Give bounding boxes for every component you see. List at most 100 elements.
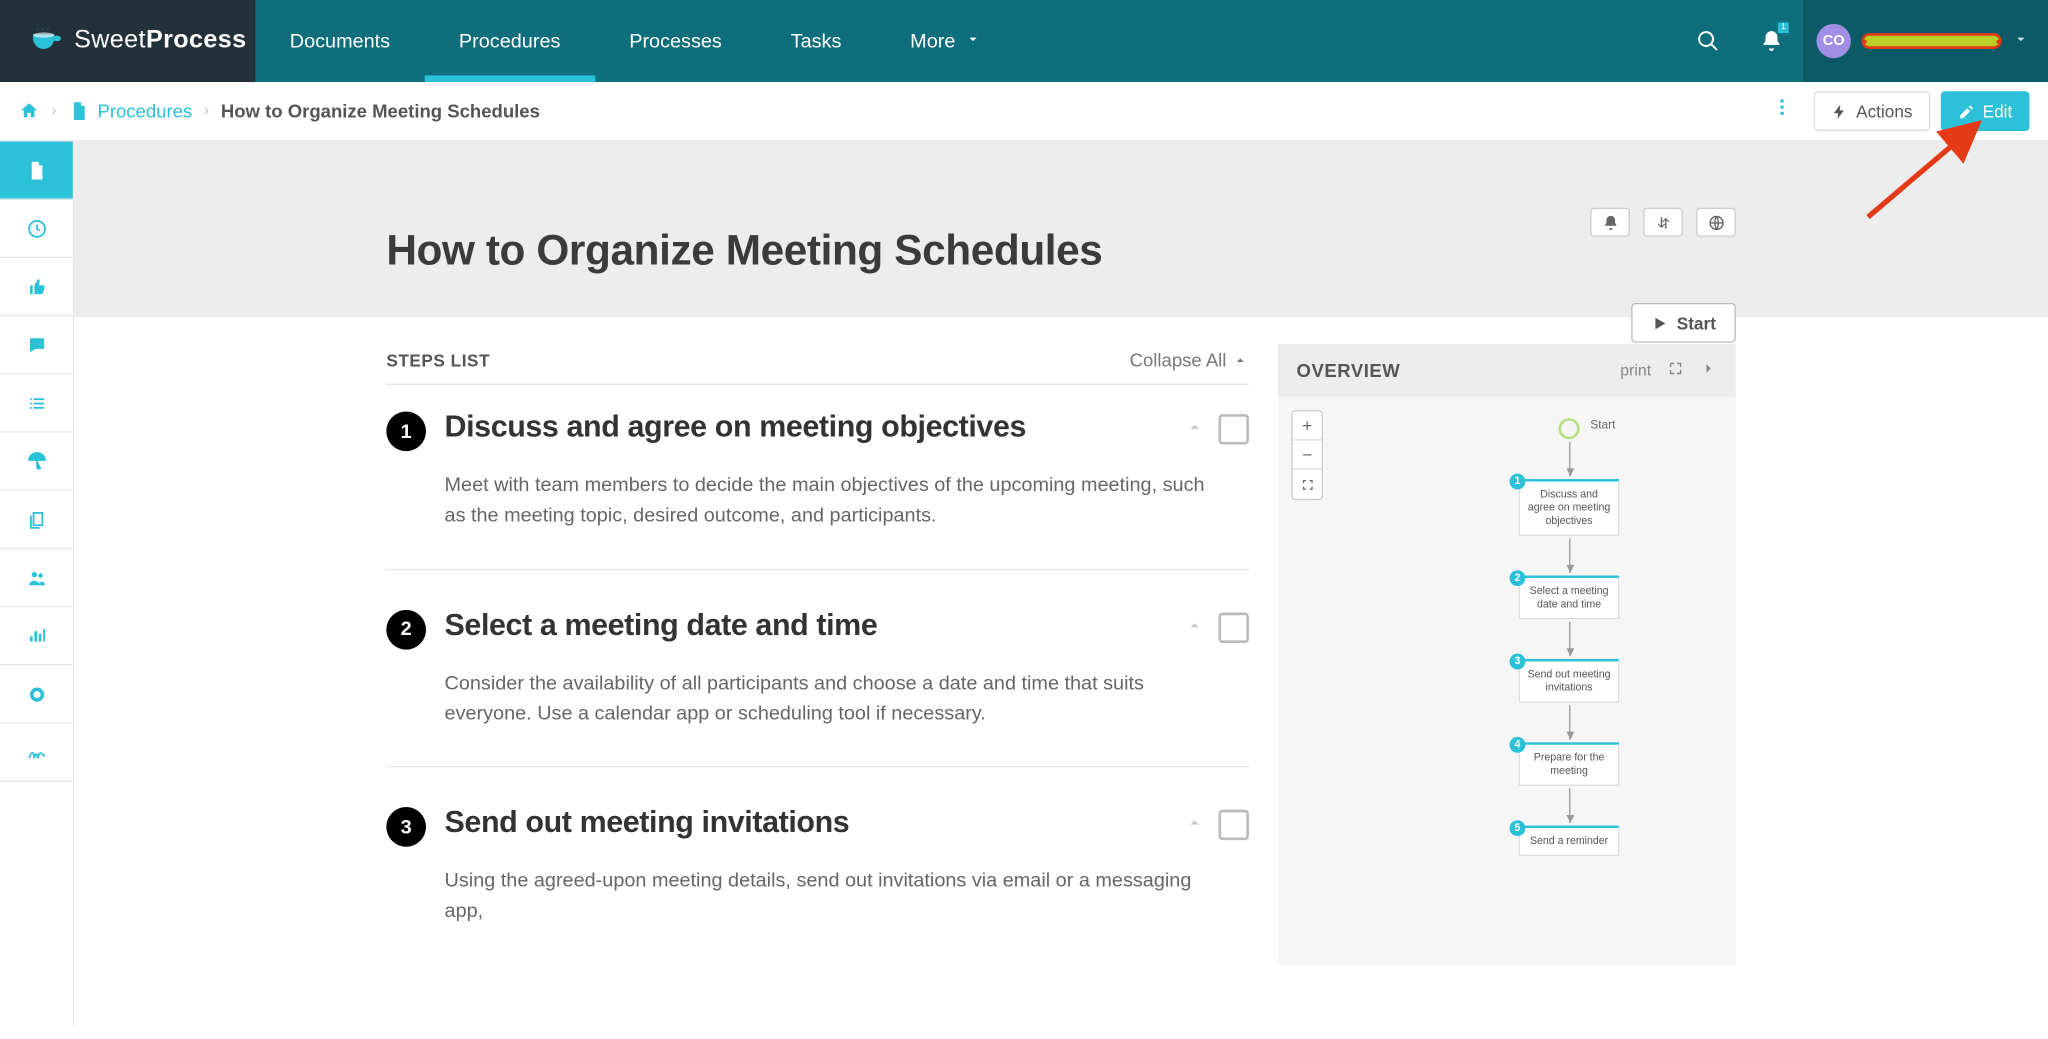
siderail-item[interactable] xyxy=(0,607,73,665)
breadcrumb-section-label: Procedures xyxy=(97,101,192,122)
step-body: Using the agreed-upon meeting details, s… xyxy=(445,865,1212,927)
step-checkbox[interactable] xyxy=(1218,810,1248,840)
step-number: 2 xyxy=(386,609,426,649)
flow-node-label: Send out meeting invitations xyxy=(1528,668,1611,693)
more-options-button[interactable] xyxy=(1761,97,1803,126)
collapse-step-button[interactable] xyxy=(1184,615,1205,640)
nav-item-more[interactable]: More xyxy=(876,0,1016,82)
nav-item-label: Tasks xyxy=(791,30,842,52)
notifications-button[interactable]: 1 xyxy=(1740,0,1804,82)
file-icon xyxy=(68,101,89,122)
siderail-item[interactable] xyxy=(0,142,73,200)
siderail-item[interactable] xyxy=(0,724,73,782)
flow-node[interactable]: 1Discuss and agree on meeting objectives xyxy=(1519,479,1620,536)
flow-node[interactable]: 4Prepare for the meeting xyxy=(1519,742,1620,786)
file-icon xyxy=(26,159,47,180)
clock-icon xyxy=(26,218,47,239)
next-button[interactable] xyxy=(1700,360,1717,381)
collapse-step-button[interactable] xyxy=(1184,417,1205,442)
search-button[interactable] xyxy=(1676,0,1740,82)
sort-button[interactable] xyxy=(1643,208,1683,237)
flow-node-badge: 1 xyxy=(1510,474,1526,490)
collapse-step-button[interactable] xyxy=(1184,812,1205,837)
notification-badge: 1 xyxy=(1777,21,1790,34)
play-icon xyxy=(1652,314,1669,331)
start-button[interactable]: Start xyxy=(1632,303,1736,343)
siderail-item[interactable] xyxy=(0,665,73,723)
list-icon xyxy=(26,392,47,413)
overview-canvas: + − Start 1Discuss and agree on meeting … xyxy=(1278,397,1736,966)
breadcrumb-current: How to Organize Meeting Schedules xyxy=(221,101,540,122)
search-icon xyxy=(1696,29,1720,53)
flow-node-label: Prepare for the meeting xyxy=(1534,751,1605,776)
copy-icon xyxy=(26,509,47,530)
flow-arrow xyxy=(1568,622,1569,656)
globe-icon xyxy=(1707,214,1724,231)
step-checkbox[interactable] xyxy=(1218,414,1248,444)
zoom-fit-button[interactable] xyxy=(1293,470,1322,499)
start-label: Start xyxy=(1677,313,1716,333)
flow-node-badge: 2 xyxy=(1510,570,1526,586)
actions-label: Actions xyxy=(1856,101,1912,121)
step-body: Meet with team members to decide the mai… xyxy=(445,470,1212,532)
thumbs-up-icon xyxy=(26,276,47,297)
flow-arrow xyxy=(1568,705,1569,739)
chevron-up-icon xyxy=(1184,812,1205,833)
breadcrumb-sep: › xyxy=(40,103,69,119)
steps-list-heading: STEPS LIST xyxy=(386,350,490,370)
flow-node[interactable]: 3Send out meeting invitations xyxy=(1519,659,1620,703)
step: 3 Send out meeting invitations Using the… xyxy=(386,804,1249,963)
nav-item-tasks[interactable]: Tasks xyxy=(756,0,876,82)
globe-button[interactable] xyxy=(1696,208,1736,237)
side-rail xyxy=(0,142,74,1026)
siderail-item[interactable] xyxy=(0,374,73,432)
siderail-item[interactable] xyxy=(0,549,73,607)
sweetprocess-cup-icon xyxy=(29,28,63,54)
overview-column: OVERVIEW print + − Start 1Discuss and ag… xyxy=(1278,344,1736,1001)
flow-node-label: Send a reminder xyxy=(1530,835,1608,847)
flow-node-label: Select a meeting date and time xyxy=(1530,585,1609,610)
breadcrumb-procedures[interactable]: Procedures xyxy=(68,101,192,122)
chevron-up-icon xyxy=(1184,615,1205,636)
collapse-all-button[interactable]: Collapse All xyxy=(1130,349,1249,370)
flow-node-badge: 5 xyxy=(1510,820,1526,836)
collapse-all-label: Collapse All xyxy=(1130,349,1227,370)
siderail-item[interactable] xyxy=(0,258,73,316)
sort-icon xyxy=(1654,214,1671,231)
nav-item-processes[interactable]: Processes xyxy=(595,0,756,82)
zoom-out-button[interactable]: − xyxy=(1293,441,1322,470)
brand-logo[interactable]: SweetProcess xyxy=(0,0,255,82)
hero: How to Organize Meeting Schedules Start xyxy=(74,142,2048,318)
nav-item-label: Documents xyxy=(290,30,390,52)
print-button[interactable]: print xyxy=(1620,361,1651,380)
edit-button[interactable]: Edit xyxy=(1940,91,2029,131)
nav-item-label: Processes xyxy=(629,30,722,52)
nav-item-documents[interactable]: Documents xyxy=(255,0,424,82)
zoom-in-button[interactable]: + xyxy=(1293,411,1322,440)
step-checkbox[interactable] xyxy=(1218,612,1248,642)
nav-item-procedures[interactable]: Procedures xyxy=(425,0,595,82)
siderail-item[interactable] xyxy=(0,200,73,258)
actions-button[interactable]: Actions xyxy=(1814,91,1930,131)
user-menu[interactable]: CO xyxy=(1803,0,2048,82)
content: How to Organize Meeting Schedules Start … xyxy=(74,142,2048,1026)
edit-icon xyxy=(1958,103,1975,120)
subscribe-button[interactable] xyxy=(1590,208,1630,237)
flow-node-badge: 4 xyxy=(1510,737,1526,753)
step-title: Discuss and agree on meeting objectives xyxy=(445,409,1166,445)
breadcrumb-bar: › Procedures › How to Organize Meeting S… xyxy=(0,82,2048,142)
overview-heading: OVERVIEW xyxy=(1297,360,1401,381)
step-title: Select a meeting date and time xyxy=(445,607,1166,643)
chevron-right-icon xyxy=(1700,360,1717,377)
people-icon xyxy=(26,567,47,588)
expand-icon xyxy=(1667,360,1684,377)
umbrella-icon xyxy=(26,450,47,471)
siderail-item[interactable] xyxy=(0,316,73,374)
flow-node[interactable]: 2Select a meeting date and time xyxy=(1519,576,1620,620)
expand-button[interactable] xyxy=(1667,360,1684,381)
breadcrumb-home[interactable] xyxy=(19,101,40,122)
siderail-item[interactable] xyxy=(0,491,73,549)
siderail-item[interactable] xyxy=(0,433,73,491)
badge-icon xyxy=(26,683,47,704)
flow-node[interactable]: 5Send a reminder xyxy=(1519,826,1620,856)
